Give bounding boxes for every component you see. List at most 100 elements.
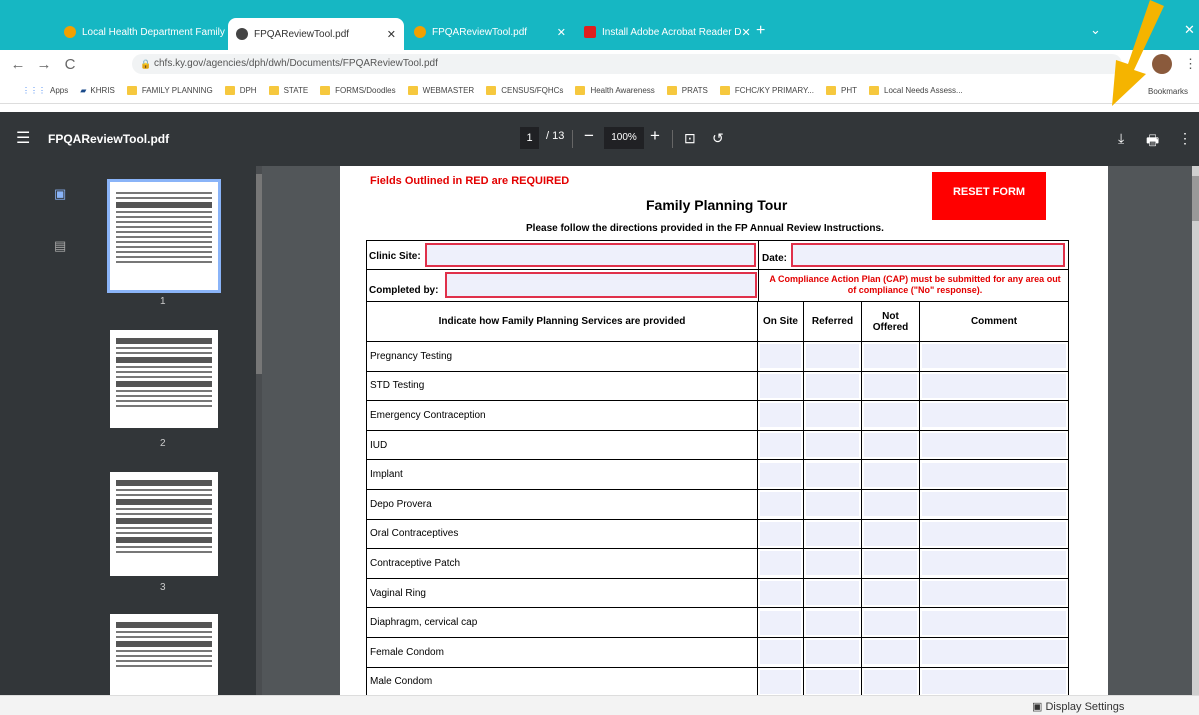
referred-field[interactable] bbox=[806, 344, 859, 369]
new-tab-button[interactable]: + bbox=[756, 22, 765, 40]
on-site-field[interactable] bbox=[760, 640, 801, 665]
rotate-icon[interactable]: ↺ bbox=[712, 130, 724, 147]
referred-field[interactable] bbox=[806, 492, 859, 517]
referred-field[interactable] bbox=[806, 610, 859, 635]
referred-field[interactable] bbox=[806, 640, 859, 665]
reload-icon[interactable]: C bbox=[62, 56, 78, 73]
bookmark-health-awareness[interactable]: Health Awareness bbox=[575, 86, 655, 95]
on-site-field[interactable] bbox=[760, 492, 801, 517]
referred-field[interactable] bbox=[806, 521, 859, 546]
tab-fpqa-active[interactable]: FPQAReviewTool.pdf ✕ bbox=[228, 18, 404, 50]
completed-by-field[interactable] bbox=[445, 272, 757, 298]
close-icon[interactable]: ✕ bbox=[557, 26, 566, 39]
not-offered-field[interactable] bbox=[864, 551, 917, 576]
not-offered-cell bbox=[861, 607, 920, 638]
outline-view-icon[interactable]: ▤ bbox=[54, 238, 66, 254]
page-thumbnail-2[interactable] bbox=[110, 330, 218, 428]
bookmark-dph[interactable]: DPH bbox=[224, 86, 257, 95]
not-offered-field[interactable] bbox=[864, 344, 917, 369]
bookmark-state[interactable]: STATE bbox=[268, 86, 308, 95]
not-offered-field[interactable] bbox=[864, 492, 917, 517]
display-settings[interactable]: ▣ Display Settings bbox=[1032, 700, 1124, 713]
more-options-icon[interactable]: ⋮ bbox=[1178, 130, 1192, 147]
thumbnails-view-icon[interactable]: ▣ bbox=[54, 186, 66, 202]
comment-field[interactable] bbox=[922, 462, 1066, 487]
not-offered-field[interactable] bbox=[864, 373, 917, 398]
not-offered-field[interactable] bbox=[864, 610, 917, 635]
comment-field[interactable] bbox=[922, 433, 1066, 458]
not-offered-field[interactable] bbox=[864, 521, 917, 546]
not-offered-field[interactable] bbox=[864, 581, 917, 606]
on-site-field[interactable] bbox=[760, 433, 801, 458]
bookmark-khris[interactable]: ▰ KHRIS bbox=[80, 86, 115, 95]
not-offered-field[interactable] bbox=[864, 403, 917, 428]
referred-field[interactable] bbox=[806, 669, 859, 694]
on-site-field[interactable] bbox=[760, 521, 801, 546]
forward-icon[interactable]: → bbox=[36, 56, 52, 73]
bookmark-fchc[interactable]: FCHC/KY PRIMARY... bbox=[719, 86, 814, 95]
bookmark-prats[interactable]: PRATS bbox=[666, 86, 708, 95]
close-icon[interactable]: ✕ bbox=[225, 26, 226, 39]
bookmark-local-needs[interactable]: Local Needs Assess... bbox=[869, 86, 963, 95]
page-thumbnail-1[interactable] bbox=[107, 179, 221, 293]
referred-field[interactable] bbox=[806, 462, 859, 487]
page-number-input[interactable]: 1 bbox=[520, 127, 539, 149]
bookmark-webmaster[interactable]: WEBMASTER bbox=[407, 86, 474, 95]
page-thumbnail-4[interactable] bbox=[110, 614, 218, 695]
comment-field[interactable] bbox=[922, 551, 1066, 576]
on-site-field[interactable] bbox=[760, 610, 801, 635]
not-offered-field[interactable] bbox=[864, 462, 917, 487]
print-icon[interactable]: 🖶 bbox=[1146, 130, 1159, 154]
reset-form-button[interactable]: RESET FORM bbox=[932, 172, 1046, 220]
referred-field[interactable] bbox=[806, 433, 859, 458]
close-window-icon[interactable]: ✕ bbox=[1184, 22, 1195, 38]
not-offered-field[interactable] bbox=[864, 669, 917, 694]
page-scrollbar[interactable] bbox=[1192, 166, 1199, 695]
tab-adobe[interactable]: Install Adobe Acrobat Reader D ✕ bbox=[576, 18, 750, 46]
comment-field[interactable] bbox=[922, 492, 1066, 517]
on-site-field[interactable] bbox=[760, 403, 801, 428]
clinic-site-field[interactable] bbox=[425, 243, 756, 267]
comment-field[interactable] bbox=[922, 610, 1066, 635]
comment-field[interactable] bbox=[922, 373, 1066, 398]
zoom-level[interactable]: 100% bbox=[604, 127, 644, 149]
on-site-field[interactable] bbox=[760, 373, 801, 398]
referred-field[interactable] bbox=[806, 581, 859, 606]
comment-field[interactable] bbox=[922, 521, 1066, 546]
close-icon[interactable]: ✕ bbox=[387, 28, 396, 41]
comment-field[interactable] bbox=[922, 669, 1066, 694]
service-name: STD Testing bbox=[366, 370, 758, 402]
on-site-field[interactable] bbox=[760, 462, 801, 487]
date-field[interactable] bbox=[791, 243, 1065, 267]
on-site-field[interactable] bbox=[760, 669, 801, 694]
download-icon[interactable]: ⤓ bbox=[1118, 130, 1124, 147]
page-thumbnail-3[interactable] bbox=[110, 472, 218, 576]
bookmark-family-planning[interactable]: FAMILY PLANNING bbox=[126, 86, 213, 95]
tab-fpqa-2[interactable]: FPQAReviewTool.pdf ✕ bbox=[406, 18, 574, 46]
hamburger-menu-icon[interactable]: ☰ bbox=[16, 128, 30, 148]
referred-field[interactable] bbox=[806, 403, 859, 428]
referred-field[interactable] bbox=[806, 551, 859, 576]
comment-field[interactable] bbox=[922, 581, 1066, 606]
on-site-field[interactable] bbox=[760, 344, 801, 369]
not-offered-field[interactable] bbox=[864, 640, 917, 665]
comment-field[interactable] bbox=[922, 640, 1066, 665]
back-icon[interactable]: ← bbox=[10, 56, 26, 73]
bookmark-forms[interactable]: FORMS/Doodles bbox=[320, 86, 396, 95]
bookmark-pht[interactable]: PHT bbox=[826, 86, 857, 95]
bookmark-census[interactable]: CENSUS/FQHCs bbox=[486, 86, 563, 95]
chrome-menu-icon[interactable]: ⋮ bbox=[1184, 56, 1197, 72]
fit-page-icon[interactable]: ⊡ bbox=[684, 130, 696, 147]
comment-field[interactable] bbox=[922, 344, 1066, 369]
comment-field[interactable] bbox=[922, 403, 1066, 428]
tab-local-health[interactable]: Local Health Department Family ✕ bbox=[56, 18, 226, 46]
zoom-in-button[interactable]: + bbox=[650, 126, 660, 146]
zoom-out-button[interactable]: − bbox=[584, 126, 594, 146]
referred-field[interactable] bbox=[806, 373, 859, 398]
on-site-field[interactable] bbox=[760, 551, 801, 576]
apps-bookmark[interactable]: ⋮⋮⋮ Apps bbox=[22, 86, 68, 95]
url-field[interactable]: 🔒 chfs.ky.gov/agencies/dph/dwh/Documents… bbox=[132, 54, 1122, 74]
close-icon[interactable]: ✕ bbox=[742, 26, 750, 39]
not-offered-field[interactable] bbox=[864, 433, 917, 458]
on-site-field[interactable] bbox=[760, 581, 801, 606]
